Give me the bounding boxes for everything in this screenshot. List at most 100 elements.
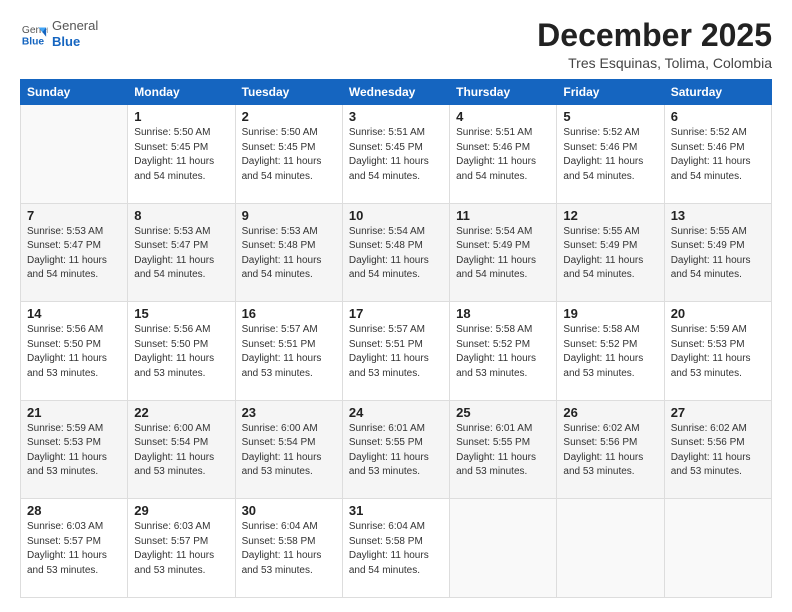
day-number: 30 — [242, 503, 336, 518]
day-cell: 17 Sunrise: 5:57 AMSunset: 5:51 PMDayligh… — [342, 302, 449, 401]
day-number: 31 — [349, 503, 443, 518]
day-number: 4 — [456, 109, 550, 124]
day-cell: 27 Sunrise: 6:02 AMSunset: 5:56 PMDayligh… — [664, 400, 771, 499]
day-number: 17 — [349, 306, 443, 321]
week-row-5: 28 Sunrise: 6:03 AMSunset: 5:57 PMDayligh… — [21, 499, 772, 598]
day-info: Sunrise: 5:55 AMSunset: 5:49 PMDaylight:… — [563, 225, 657, 283]
day-info: Sunrise: 5:50 AMSunset: 5:45 PMDaylight:… — [242, 126, 336, 184]
location: Tres Esquinas, Tolima, Colombia — [537, 55, 772, 71]
day-info: Sunrise: 6:02 AMSunset: 5:56 PMDaylight:… — [563, 422, 657, 480]
day-info: Sunrise: 5:56 AMSunset: 5:50 PMDaylight:… — [27, 323, 121, 381]
day-info: Sunrise: 5:53 AMSunset: 5:47 PMDaylight:… — [134, 225, 228, 283]
day-cell: 23 Sunrise: 6:00 AMSunset: 5:54 PMDayligh… — [235, 400, 342, 499]
day-number: 29 — [134, 503, 228, 518]
day-info: Sunrise: 5:56 AMSunset: 5:50 PMDaylight:… — [134, 323, 228, 381]
header: General Blue General Blue December 2025 … — [20, 18, 772, 71]
day-cell: 9 Sunrise: 5:53 AMSunset: 5:48 PMDaylight… — [235, 203, 342, 302]
day-number: 9 — [242, 208, 336, 223]
day-cell: 7Sunrise: 5:53 AMSunset: 5:47 PMDaylight… — [21, 203, 128, 302]
day-cell: 13 Sunrise: 5:55 AMSunset: 5:49 PMDayligh… — [664, 203, 771, 302]
calendar-body: 1Sunrise: 5:50 AMSunset: 5:45 PMDaylight… — [21, 105, 772, 598]
col-header-monday: Monday — [128, 80, 235, 105]
day-info: Sunrise: 6:04 AMSunset: 5:58 PMDaylight:… — [349, 520, 443, 578]
col-header-friday: Friday — [557, 80, 664, 105]
day-cell: 12 Sunrise: 5:55 AMSunset: 5:49 PMDayligh… — [557, 203, 664, 302]
col-header-saturday: Saturday — [664, 80, 771, 105]
day-info: Sunrise: 6:01 AMSunset: 5:55 PMDaylight:… — [349, 422, 443, 480]
day-info: Sunrise: 5:50 AMSunset: 5:45 PMDaylight:… — [134, 126, 228, 184]
day-cell: 14 Sunrise: 5:56 AMSunset: 5:50 PMDayligh… — [21, 302, 128, 401]
week-row-3: 14 Sunrise: 5:56 AMSunset: 5:50 PMDayligh… — [21, 302, 772, 401]
day-info: Sunrise: 5:51 AMSunset: 5:45 PMDaylight:… — [349, 126, 443, 184]
col-header-thursday: Thursday — [450, 80, 557, 105]
day-cell: 26 Sunrise: 6:02 AMSunset: 5:56 PMDayligh… — [557, 400, 664, 499]
day-info: Sunrise: 5:57 AMSunset: 5:51 PMDaylight:… — [242, 323, 336, 381]
day-cell: 25Sunrise: 6:01 AMSunset: 5:55 PMDayligh… — [450, 400, 557, 499]
svg-text:Blue: Blue — [22, 36, 45, 47]
day-cell: 11 Sunrise: 5:54 AMSunset: 5:49 PMDayligh… — [450, 203, 557, 302]
day-number: 12 — [563, 208, 657, 223]
day-cell: 5 Sunrise: 5:52 AMSunset: 5:46 PMDaylight… — [557, 105, 664, 204]
day-cell: 28 Sunrise: 6:03 AMSunset: 5:57 PMDayligh… — [21, 499, 128, 598]
day-info: Sunrise: 5:55 AMSunset: 5:49 PMDaylight:… — [671, 225, 765, 283]
month-title: December 2025 — [537, 18, 772, 53]
day-cell: 16Sunrise: 5:57 AMSunset: 5:51 PMDayligh… — [235, 302, 342, 401]
day-info: Sunrise: 6:01 AMSunset: 5:55 PMDaylight:… — [456, 422, 550, 480]
day-info: Sunrise: 5:59 AMSunset: 5:53 PMDaylight:… — [671, 323, 765, 381]
day-info: Sunrise: 5:57 AMSunset: 5:51 PMDaylight:… — [349, 323, 443, 381]
day-info: Sunrise: 5:53 AMSunset: 5:48 PMDaylight:… — [242, 225, 336, 283]
day-info: Sunrise: 5:54 AMSunset: 5:49 PMDaylight:… — [456, 225, 550, 283]
day-cell — [664, 499, 771, 598]
day-number: 28 — [27, 503, 121, 518]
calendar-table: SundayMondayTuesdayWednesdayThursdayFrid… — [20, 79, 772, 598]
day-number: 8 — [134, 208, 228, 223]
day-cell: 30 Sunrise: 6:04 AMSunset: 5:58 PMDayligh… — [235, 499, 342, 598]
day-number: 14 — [27, 306, 121, 321]
day-info: Sunrise: 6:04 AMSunset: 5:58 PMDaylight:… — [242, 520, 336, 578]
day-info: Sunrise: 6:02 AMSunset: 5:56 PMDaylight:… — [671, 422, 765, 480]
day-info: Sunrise: 6:03 AMSunset: 5:57 PMDaylight:… — [27, 520, 121, 578]
day-cell: 29 Sunrise: 6:03 AMSunset: 5:57 PMDayligh… — [128, 499, 235, 598]
day-number: 10 — [349, 208, 443, 223]
day-cell — [450, 499, 557, 598]
day-number: 13 — [671, 208, 765, 223]
day-number: 5 — [563, 109, 657, 124]
day-cell — [557, 499, 664, 598]
day-cell: 8 Sunrise: 5:53 AMSunset: 5:47 PMDaylight… — [128, 203, 235, 302]
col-header-wednesday: Wednesday — [342, 80, 449, 105]
day-cell: 20 Sunrise: 5:59 AMSunset: 5:53 PMDayligh… — [664, 302, 771, 401]
logo-text: General Blue — [52, 18, 98, 49]
week-row-2: 7 Sunrise: 5:53 AMSunset: 5:47 PMDaylight… — [21, 203, 772, 302]
col-header-sunday: Sunday — [21, 80, 128, 105]
day-cell: 6Sunrise: 5:52 AMSunset: 5:46 PMDaylight… — [664, 105, 771, 204]
day-number: 19 — [563, 306, 657, 321]
page: General Blue General Blue December 2025 … — [0, 0, 792, 612]
day-number: 27 — [671, 405, 765, 420]
day-cell — [21, 105, 128, 204]
day-number: 26 — [563, 405, 657, 420]
day-number: 11 — [456, 208, 550, 223]
title-block: December 2025 Tres Esquinas, Tolima, Col… — [537, 18, 772, 71]
logo-icon: General Blue — [20, 20, 48, 48]
day-number: 18 — [456, 306, 550, 321]
day-cell: 10 Sunrise: 5:54 AMSunset: 5:48 PMDayligh… — [342, 203, 449, 302]
day-cell: 2 Sunrise: 5:50 AMSunset: 5:45 PMDaylight… — [235, 105, 342, 204]
day-info: Sunrise: 5:54 AMSunset: 5:48 PMDaylight:… — [349, 225, 443, 283]
day-cell: 15Sunrise: 5:56 AMSunset: 5:50 PMDayligh… — [128, 302, 235, 401]
day-info: Sunrise: 5:58 AMSunset: 5:52 PMDaylight:… — [563, 323, 657, 381]
day-info: Sunrise: 5:52 AMSunset: 5:46 PMDaylight:… — [563, 126, 657, 184]
day-number: 20 — [671, 306, 765, 321]
day-cell: 24Sunrise: 6:01 AMSunset: 5:55 PMDayligh… — [342, 400, 449, 499]
day-number: 2 — [242, 109, 336, 124]
day-info: Sunrise: 6:00 AMSunset: 5:54 PMDaylight:… — [242, 422, 336, 480]
col-header-tuesday: Tuesday — [235, 80, 342, 105]
day-cell: 3Sunrise: 5:51 AMSunset: 5:45 PMDaylight… — [342, 105, 449, 204]
day-cell: 19 Sunrise: 5:58 AMSunset: 5:52 PMDayligh… — [557, 302, 664, 401]
day-cell: 4 Sunrise: 5:51 AMSunset: 5:46 PMDaylight… — [450, 105, 557, 204]
day-info: Sunrise: 5:51 AMSunset: 5:46 PMDaylight:… — [456, 126, 550, 184]
week-row-4: 21Sunrise: 5:59 AMSunset: 5:53 PMDayligh… — [21, 400, 772, 499]
day-info: Sunrise: 6:03 AMSunset: 5:57 PMDaylight:… — [134, 520, 228, 578]
day-number: 7 — [27, 208, 121, 223]
day-number: 22 — [134, 405, 228, 420]
day-number: 23 — [242, 405, 336, 420]
